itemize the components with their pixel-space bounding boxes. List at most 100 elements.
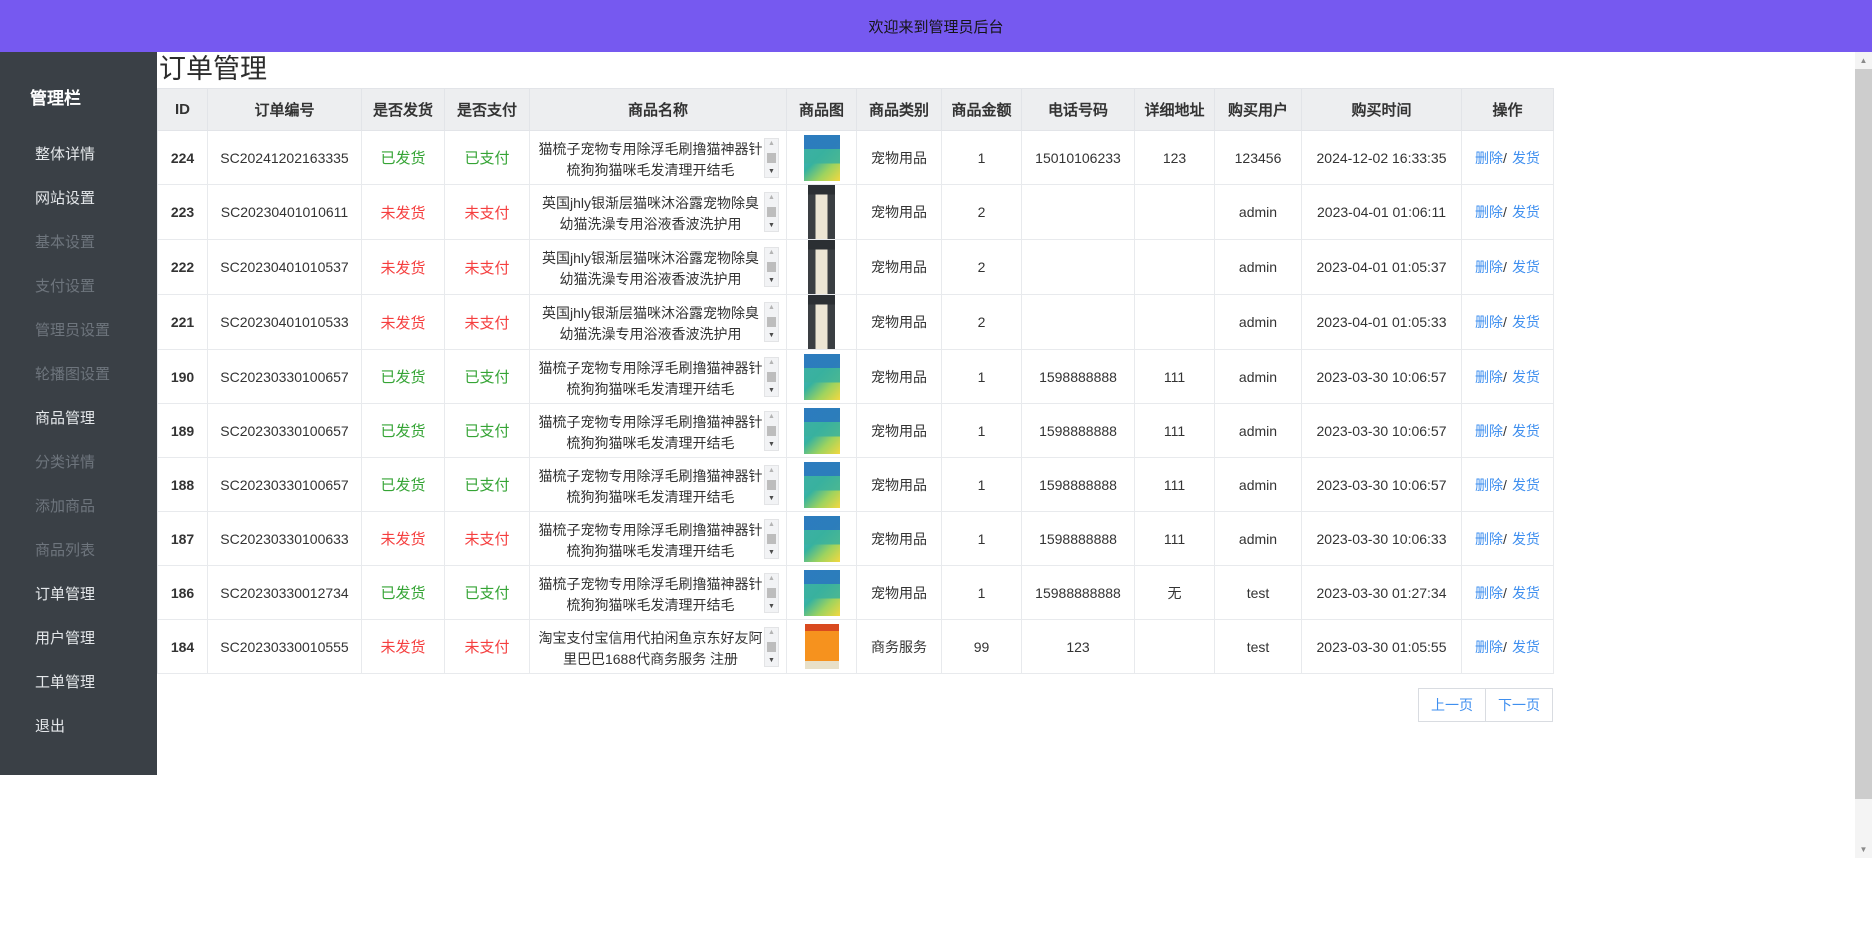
scroll-thumb[interactable] (767, 642, 776, 652)
product-name-scrollbar[interactable]: ▲ ▼ (764, 138, 779, 178)
delete-link[interactable]: 删除 (1475, 150, 1503, 166)
product-name-scrollbox[interactable]: 英国jhly银渐层猫咪沐浴露宠物除臭幼猫洗澡专用浴液香波洗护用 ▲ ▼ (537, 192, 779, 232)
scroll-thumb[interactable] (767, 207, 776, 217)
delete-link[interactable]: 删除 (1475, 204, 1503, 220)
delete-link[interactable]: 删除 (1475, 423, 1503, 439)
sidebar-item-user-management[interactable]: 用户管理 (0, 617, 157, 661)
product-name-scrollbox[interactable]: 猫梳子宠物专用除浮毛刷撸猫神器针梳狗狗猫咪毛发清理开结毛 ▲ ▼ (537, 465, 779, 505)
product-name-scrollbox[interactable]: 猫梳子宠物专用除浮毛刷撸猫神器针梳狗狗猫咪毛发清理开结毛 ▲ ▼ (537, 573, 779, 613)
product-name-scrollbox[interactable]: 英国jhly银渐层猫咪沐浴露宠物除臭幼猫洗澡专用浴液香波洗护用 ▲ ▼ (537, 247, 779, 287)
delete-link[interactable]: 删除 (1475, 314, 1503, 330)
cell-amount: 1 (942, 512, 1022, 566)
topbar-welcome-text: 欢迎来到管理员后台 (868, 16, 1003, 37)
cell-amount: 1 (942, 458, 1022, 512)
scroll-down-icon[interactable]: ▼ (768, 603, 775, 611)
product-name-scrollbar[interactable]: ▲ ▼ (764, 465, 779, 505)
scroll-thumb[interactable] (767, 588, 776, 598)
delete-link[interactable]: 删除 (1475, 531, 1503, 547)
delete-link[interactable]: 删除 (1475, 477, 1503, 493)
sidebar-item-carousel-settings[interactable]: 轮播图设置 (0, 353, 157, 397)
scroll-thumb[interactable] (767, 317, 776, 327)
scroll-down-icon[interactable]: ▼ (768, 549, 775, 557)
product-name-scrollbox[interactable]: 英国jhly银渐层猫咪沐浴露宠物除臭幼猫洗澡专用浴液香波洗护用 ▲ ▼ (537, 302, 779, 342)
cell-product-name: 猫梳子宠物专用除浮毛刷撸猫神器针梳狗狗猫咪毛发清理开结毛 ▲ ▼ (530, 458, 787, 512)
product-name-scrollbar[interactable]: ▲ ▼ (764, 247, 779, 287)
scroll-up-icon[interactable]: ▲ (768, 575, 775, 583)
sidebar-item-basic-settings[interactable]: 基本设置 (0, 221, 157, 265)
ship-link[interactable]: 发货 (1512, 531, 1540, 547)
scroll-up-icon[interactable]: ▲ (768, 629, 775, 637)
scroll-down-icon[interactable]: ▼ (768, 495, 775, 503)
product-name-scrollbar[interactable]: ▲ ▼ (764, 519, 779, 559)
scrollbar-down-icon[interactable]: ▼ (1855, 841, 1872, 858)
scrollbar-thumb[interactable] (1855, 69, 1872, 799)
scroll-down-icon[interactable]: ▼ (768, 387, 775, 395)
scrollbar-up-icon[interactable]: ▲ (1855, 52, 1872, 69)
ship-link[interactable]: 发货 (1512, 585, 1540, 601)
sidebar-item-logout[interactable]: 退出 (0, 705, 157, 749)
product-name-scrollbox[interactable]: 猫梳子宠物专用除浮毛刷撸猫神器针梳狗狗猫咪毛发清理开结毛 ▲ ▼ (537, 411, 779, 451)
product-name-scrollbar[interactable]: ▲ ▼ (764, 192, 779, 232)
window-scrollbar[interactable]: ▲ ▼ (1855, 52, 1872, 858)
scroll-thumb[interactable] (767, 426, 776, 436)
scroll-thumb[interactable] (767, 372, 776, 382)
scroll-down-icon[interactable]: ▼ (768, 168, 775, 176)
ship-link[interactable]: 发货 (1512, 150, 1540, 166)
scroll-down-icon[interactable]: ▼ (768, 332, 775, 340)
scroll-up-icon[interactable]: ▲ (768, 194, 775, 202)
delete-link[interactable]: 删除 (1475, 585, 1503, 601)
cell-shipped: 已发货 (362, 404, 445, 458)
scroll-down-icon[interactable]: ▼ (768, 657, 775, 665)
product-name-scrollbox[interactable]: 猫梳子宠物专用除浮毛刷撸猫神器针梳狗狗猫咪毛发清理开结毛 ▲ ▼ (537, 519, 779, 559)
ship-link[interactable]: 发货 (1512, 639, 1540, 655)
scroll-up-icon[interactable]: ▲ (768, 467, 775, 475)
scroll-up-icon[interactable]: ▲ (768, 521, 775, 529)
prev-page-button[interactable]: 上一页 (1418, 688, 1486, 722)
next-page-button[interactable]: 下一页 (1485, 688, 1553, 722)
sidebar-item-ticket-management[interactable]: 工单管理 (0, 661, 157, 705)
sidebar-item-overview[interactable]: 整体详情 (0, 133, 157, 177)
sidebar-item-add-product[interactable]: 添加商品 (0, 485, 157, 529)
ship-link[interactable]: 发货 (1512, 259, 1540, 275)
cell-user: admin (1215, 185, 1302, 240)
cell-actions: 删除/发货 (1462, 458, 1554, 512)
ship-link[interactable]: 发货 (1512, 369, 1540, 385)
scroll-thumb[interactable] (767, 534, 776, 544)
delete-link[interactable]: 删除 (1475, 369, 1503, 385)
scroll-up-icon[interactable]: ▲ (768, 413, 775, 421)
cell-actions: 删除/发货 (1462, 620, 1554, 674)
scroll-down-icon[interactable]: ▼ (768, 277, 775, 285)
product-name-scrollbar[interactable]: ▲ ▼ (764, 302, 779, 342)
product-name-scrollbar[interactable]: ▲ ▼ (764, 357, 779, 397)
product-name-scrollbar[interactable]: ▲ ▼ (764, 573, 779, 613)
scroll-down-icon[interactable]: ▼ (768, 222, 775, 230)
sidebar-item-product-list[interactable]: 商品列表 (0, 529, 157, 573)
sidebar-item-site-settings[interactable]: 网站设置 (0, 177, 157, 221)
delete-link[interactable]: 删除 (1475, 259, 1503, 275)
delete-link[interactable]: 删除 (1475, 639, 1503, 655)
product-name-scrollbar[interactable]: ▲ ▼ (764, 627, 779, 667)
scroll-thumb[interactable] (767, 153, 776, 163)
scroll-up-icon[interactable]: ▲ (768, 249, 775, 257)
sidebar-item-product-management[interactable]: 商品管理 (0, 397, 157, 441)
product-name-scrollbox[interactable]: 淘宝支付宝信用代拍闲鱼京东好友阿里巴巴1688代商务服务 注册 ▲ ▼ (537, 627, 779, 667)
sidebar-item-order-management[interactable]: 订单管理 (0, 573, 157, 617)
scroll-up-icon[interactable]: ▲ (768, 140, 775, 148)
product-name-scrollbox[interactable]: 猫梳子宠物专用除浮毛刷撸猫神器针梳狗狗猫咪毛发清理开结毛 ▲ ▼ (537, 138, 779, 178)
sidebar-item-payment-settings[interactable]: 支付设置 (0, 265, 157, 309)
scroll-thumb[interactable] (767, 480, 776, 490)
scroll-up-icon[interactable]: ▲ (768, 359, 775, 367)
ship-link[interactable]: 发货 (1512, 204, 1540, 220)
ship-link[interactable]: 发货 (1512, 314, 1540, 330)
sidebar-item-category-details[interactable]: 分类详情 (0, 441, 157, 485)
scroll-thumb[interactable] (767, 262, 776, 272)
product-name-scrollbox[interactable]: 猫梳子宠物专用除浮毛刷撸猫神器针梳狗狗猫咪毛发清理开结毛 ▲ ▼ (537, 357, 779, 397)
ship-link[interactable]: 发货 (1512, 423, 1540, 439)
ship-link[interactable]: 发货 (1512, 477, 1540, 493)
cell-product-name: 猫梳子宠物专用除浮毛刷撸猫神器针梳狗狗猫咪毛发清理开结毛 ▲ ▼ (530, 566, 787, 620)
sidebar-item-admin-settings[interactable]: 管理员设置 (0, 309, 157, 353)
scroll-up-icon[interactable]: ▲ (768, 304, 775, 312)
product-name-scrollbar[interactable]: ▲ ▼ (764, 411, 779, 451)
scroll-down-icon[interactable]: ▼ (768, 441, 775, 449)
cell-actions: 删除/发货 (1462, 350, 1554, 404)
